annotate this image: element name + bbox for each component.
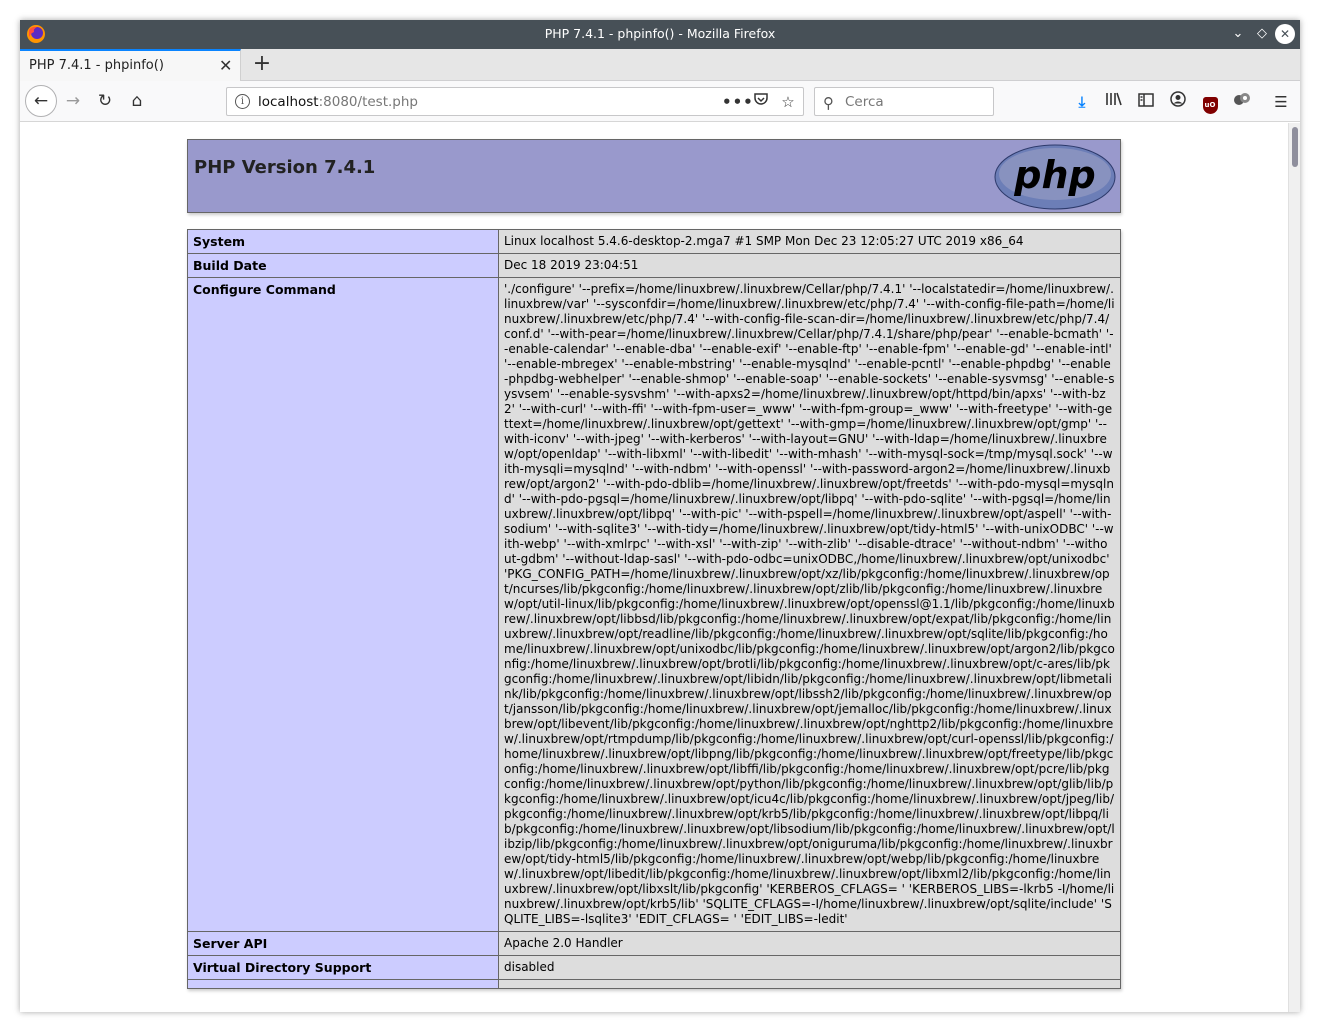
tab-phpinfo[interactable]: PHP 7.4.1 - phpinfo() ✕ bbox=[20, 49, 241, 81]
search-bar[interactable]: ⚲ bbox=[814, 87, 994, 116]
bookmark-star-icon[interactable]: ☆ bbox=[777, 91, 799, 113]
php-logo[interactable]: php bbox=[994, 144, 1116, 210]
site-info-icon[interactable]: i bbox=[235, 94, 250, 109]
row-value: './configure' '--prefix=/home/linuxbrew/… bbox=[498, 277, 1121, 932]
download-icon[interactable]: ⤓ bbox=[1071, 91, 1093, 113]
system-info-table: System Linux localhost 5.4.6-desktop-2.mg… bbox=[187, 229, 1121, 989]
row-key: Virtual Directory Support bbox=[187, 955, 499, 980]
row-key: System bbox=[187, 229, 499, 254]
close-window-icon[interactable]: ✕ bbox=[1275, 24, 1295, 44]
sidebar-toggle-icon[interactable] bbox=[1135, 91, 1157, 113]
row-value: disabled bbox=[498, 955, 1121, 980]
page-actions-icon[interactable]: ••• bbox=[722, 91, 753, 113]
table-row bbox=[187, 979, 1121, 989]
back-arrow-icon[interactable]: ← bbox=[25, 85, 57, 117]
vertical-scrollbar[interactable] bbox=[1288, 123, 1300, 1012]
forward-arrow-icon[interactable]: → bbox=[59, 87, 87, 115]
row-value: Apache 2.0 Handler bbox=[498, 931, 1121, 956]
ublock-origin-icon[interactable]: uO bbox=[1199, 91, 1221, 114]
minimize-icon[interactable]: ⌄ bbox=[1227, 23, 1249, 45]
library-icon[interactable] bbox=[1103, 91, 1125, 113]
new-tab-icon[interactable]: + bbox=[250, 51, 274, 76]
row-value bbox=[498, 979, 1121, 989]
row-key bbox=[187, 979, 499, 989]
table-row: Server API Apache 2.0 Handler bbox=[187, 931, 1121, 956]
row-value: Dec 18 2019 23:04:51 bbox=[498, 253, 1121, 278]
table-row: Build Date Dec 18 2019 23:04:51 bbox=[187, 253, 1121, 278]
scrollbar-thumb[interactable] bbox=[1292, 127, 1298, 167]
navigation-toolbar: ← → ↻ ⌂ i localhost:8080/test.php ••• ☆ … bbox=[20, 81, 1300, 122]
home-icon[interactable]: ⌂ bbox=[123, 87, 151, 115]
tab-title: PHP 7.4.1 - phpinfo() bbox=[29, 58, 164, 73]
search-input[interactable] bbox=[845, 92, 985, 112]
extension-icon[interactable] bbox=[1231, 91, 1253, 113]
row-key: Configure Command bbox=[187, 277, 499, 932]
php-version-header: PHP Version 7.4.1 php bbox=[187, 139, 1121, 213]
table-row: System Linux localhost 5.4.6-desktop-2.mg… bbox=[187, 229, 1121, 254]
php-logo-text: php bbox=[1013, 153, 1095, 197]
table-row: Configure Command './configure' '--prefix… bbox=[187, 277, 1121, 932]
page-content: PHP Version 7.4.1 php System Linux localh… bbox=[20, 123, 1288, 1012]
url-bar[interactable]: i localhost:8080/test.php ••• ☆ bbox=[226, 87, 804, 116]
hamburger-menu-icon[interactable]: ☰ bbox=[1270, 91, 1292, 113]
row-value: Linux localhost 5.4.6-desktop-2.mga7 #1 … bbox=[498, 229, 1121, 254]
browser-window: PHP 7.4.1 - phpinfo() - Mozilla Firefox … bbox=[20, 20, 1300, 1012]
search-icon: ⚲ bbox=[823, 94, 834, 112]
tab-close-icon[interactable]: ✕ bbox=[219, 56, 232, 75]
maximize-icon[interactable]: ◇ bbox=[1251, 23, 1273, 45]
url-text[interactable]: localhost:8080/test.php bbox=[258, 94, 418, 110]
row-key: Build Date bbox=[187, 253, 499, 278]
url-path: :8080/test.php bbox=[318, 94, 418, 110]
title-bar: PHP 7.4.1 - phpinfo() - Mozilla Firefox … bbox=[20, 20, 1300, 49]
reload-icon[interactable]: ↻ bbox=[91, 87, 119, 115]
tab-strip: PHP 7.4.1 - phpinfo() ✕ + bbox=[20, 49, 1300, 81]
account-icon[interactable] bbox=[1167, 91, 1189, 113]
table-row: Virtual Directory Support disabled bbox=[187, 955, 1121, 980]
pocket-icon[interactable] bbox=[750, 91, 772, 113]
page-title: PHP Version 7.4.1 bbox=[194, 157, 376, 178]
window-title: PHP 7.4.1 - phpinfo() - Mozilla Firefox bbox=[544, 26, 776, 41]
row-key: Server API bbox=[187, 931, 499, 956]
url-host: localhost bbox=[258, 94, 319, 110]
